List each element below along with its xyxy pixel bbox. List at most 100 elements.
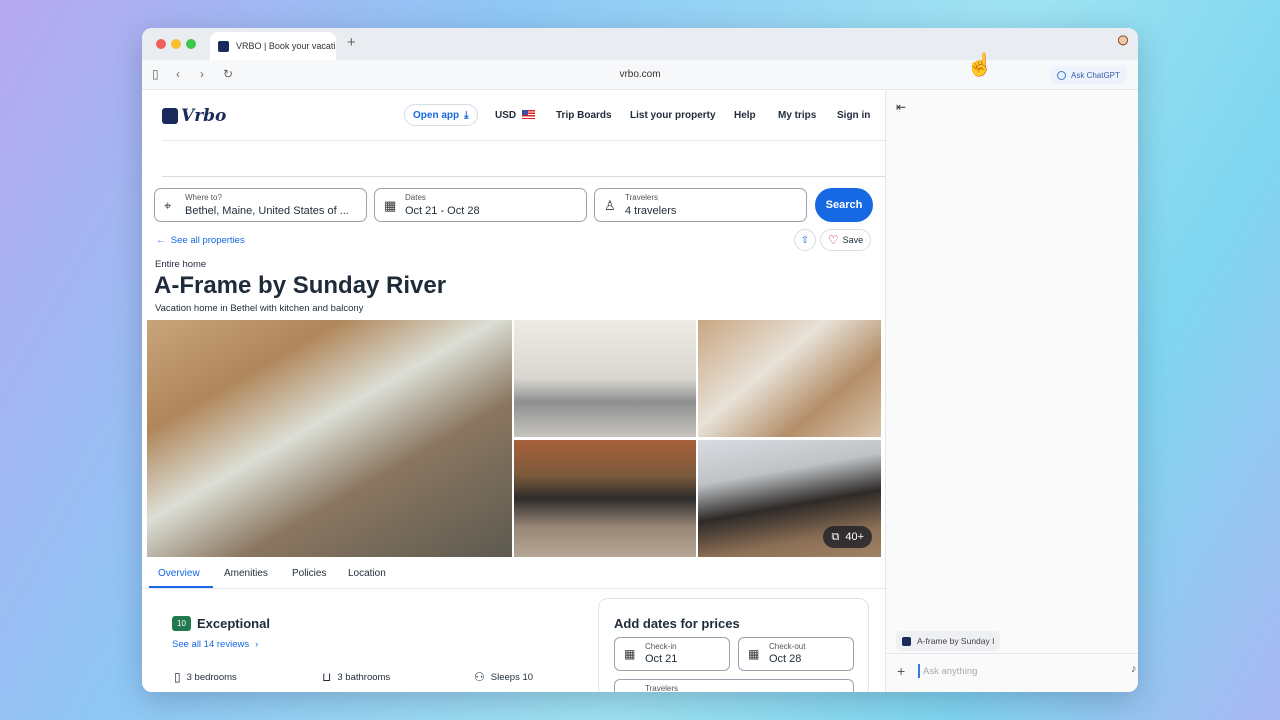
photo-exterior-firepit[interactable] [514,440,696,557]
checkin-label: Check-in [645,642,677,651]
property-subtitle: Vacation home in Bethel with kitchen and… [155,303,364,314]
photo-exterior-deck[interactable]: ⧉ 40+ [698,440,881,557]
microphone-icon[interactable]: ♪ [1131,663,1137,675]
travelers-label: Travelers [625,193,659,202]
vrbo-page: Vrbo Open app ⤓ USD Trip Boards List you… [142,90,885,692]
nav-help[interactable]: Help [734,110,756,121]
photo-gallery: ⧉ 40+ [147,320,881,557]
see-all-label: See all properties [170,235,245,246]
property-tabs: Overview Amenities Policies Location [142,557,885,589]
attach-plus-icon[interactable]: + [897,663,905,679]
photo-count-label: 40+ [845,531,864,543]
section-divider [162,176,885,177]
vrbo-favicon-icon [218,40,229,52]
calendar-icon: ▦ [384,198,397,213]
feature-bathrooms: ⊔ 3 bathrooms [322,670,390,684]
price-travelers-field[interactable]: Travelers [614,679,854,692]
close-window-button[interactable] [156,39,166,49]
bedrooms-label: 3 bedrooms [186,671,237,683]
heart-icon: ♡ [827,233,839,247]
rating-score-badge: 10 [172,616,191,631]
tab-policies[interactable]: Policies [292,568,326,579]
nav-my-trips[interactable]: My trips [778,110,816,121]
see-reviews-link[interactable]: See all 14 reviews › [172,639,258,650]
chatgpt-icon [1057,70,1066,80]
checkout-value: Oct 28 [769,653,802,665]
nav-trip-boards[interactable]: Trip Boards [556,110,612,121]
photo-living-room[interactable] [147,320,512,557]
see-all-properties-link[interactable]: ← See all properties [156,235,245,246]
ask-anything-input[interactable] [918,664,1118,678]
ask-chatgpt-button[interactable]: Ask ChatGPT [1050,66,1127,84]
checkin-value: Oct 21 [645,653,678,665]
tab-overview[interactable]: Overview [158,568,200,579]
vrbo-logo-icon [162,108,178,124]
profile-avatar[interactable] [1116,35,1130,49]
vrbo-favicon-icon [902,636,911,646]
collapse-panel-icon[interactable]: ⇤ [896,100,906,114]
feature-bedrooms: ▯ 3 bedrooms [174,670,237,684]
property-type: Entire home [155,259,207,270]
back-arrow-icon: ← [156,235,171,246]
browser-tab-vrbo[interactable]: VRBO | Book your vacati [210,32,336,60]
calendar-icon: ▦ [748,647,760,661]
price-card: Add dates for prices ▦ Check-in Oct 21 ▦… [598,598,869,692]
person-icon: ♙ [604,198,616,213]
door-icon: ▯ [174,670,181,684]
context-chip-label: A-frame by Sunday I [917,636,995,646]
calendar-icon: ▦ [624,647,636,661]
feature-sleeps: ⚇ Sleeps 10 [474,670,533,684]
price-travelers-label: Travelers [645,684,679,692]
logo-text: Vrbo [181,106,227,126]
us-flag-icon [522,110,536,119]
browser-window: VRBO | Book your vacati + ▯ ‹ › ↻ vrbo.c… [142,28,1138,692]
photo-count-button[interactable]: ⧉ 40+ [823,526,872,548]
header-divider [162,140,885,141]
pointer-hand-icon: ☝ [966,52,994,77]
ask-chatgpt-label: Ask ChatGPT [1071,70,1120,80]
dates-field[interactable]: ▦ Dates Oct 21 - Oct 28 [374,188,587,222]
download-icon: ⤓ [464,109,469,121]
checkout-field[interactable]: ▦ Check-out Oct 28 [738,637,854,671]
where-to-field[interactable]: ⌖ Where to? Bethel, Maine, United States… [154,188,367,222]
tab-location[interactable]: Location [348,568,386,579]
sleeps-label: Sleeps 10 [490,671,534,683]
travelers-value: 4 travelers [625,205,677,217]
currency-selector[interactable]: USD [495,110,536,121]
page-context-chip[interactable]: A-frame by Sunday I [896,631,1000,651]
nav-list-property[interactable]: List your property [630,110,716,121]
open-app-button[interactable]: Open app ⤓ [404,104,478,126]
tab-amenities[interactable]: Amenities [224,568,268,579]
price-card-title: Add dates for prices [614,616,740,631]
chatgpt-side-panel: ⇤ A-frame by Sunday I + ♪ [885,90,1138,692]
nav-sign-in[interactable]: Sign in [837,110,870,121]
composer-divider [886,653,1138,654]
photo-entryway[interactable] [698,320,881,437]
dates-label: Dates [405,193,426,202]
tab-title: VRBO | Book your vacati [236,41,336,51]
checkout-label: Check-out [769,642,806,651]
dates-value: Oct 21 - Oct 28 [405,205,480,217]
photo-bathroom[interactable] [514,320,696,437]
save-label: Save [842,235,864,245]
checkin-field[interactable]: ▦ Check-in Oct 21 [614,637,730,671]
people-icon: ⚇ [474,670,485,684]
location-pin-icon: ⌖ [164,198,172,213]
active-tab-indicator [149,586,213,588]
property-title: A-Frame by Sunday River [154,272,447,299]
share-button[interactable]: ⇧ [794,229,816,251]
bathtub-icon: ⊔ [322,670,332,684]
save-button[interactable]: ♡ Save [820,229,871,251]
new-tab-button[interactable]: + [347,34,356,51]
travelers-field[interactable]: ♙ Travelers 4 travelers [594,188,807,222]
chevron-right-icon: › [255,639,259,650]
minimize-window-button[interactable] [171,39,181,49]
vrbo-logo[interactable]: Vrbo [162,106,226,126]
search-button[interactable]: Search [815,188,873,222]
reviews-link-label: See all 14 reviews [172,639,250,650]
bathrooms-label: 3 bathrooms [337,671,391,683]
gallery-icon: ⧉ [831,530,840,543]
where-label: Where to? [185,193,222,202]
maximize-window-button[interactable] [186,39,196,49]
open-app-label: Open app [413,109,460,121]
